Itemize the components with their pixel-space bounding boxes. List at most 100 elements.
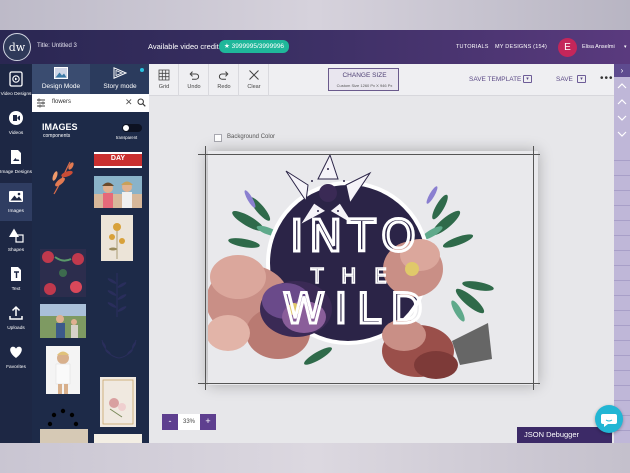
user-avatar[interactable]: E xyxy=(558,38,577,57)
grid-button[interactable]: Grid xyxy=(149,64,179,96)
canvas-stage: Background Color INTO THE WILD - 33% + J… xyxy=(149,96,614,443)
crop-line-bottom xyxy=(198,383,540,384)
video-credits-badge: ★ 3999995/3999996 xyxy=(219,40,290,53)
design-artboard[interactable]: INTO THE WILD xyxy=(206,151,538,385)
rail-item-text[interactable]: Text xyxy=(0,261,32,299)
rail-item-label: Uploads xyxy=(7,326,25,331)
app-window: dw Title: Untitled 3 Available video cre… xyxy=(0,30,630,443)
thumbnail-image[interactable] xyxy=(94,176,142,208)
clear-search-icon[interactable]: ✕ xyxy=(125,97,133,107)
crop-line-top xyxy=(198,154,540,155)
images-heading: IMAGES xyxy=(42,122,78,132)
shapes-icon xyxy=(9,228,24,243)
save-chevron-down-icon[interactable]: ▾ xyxy=(577,75,586,83)
chevron-down-icon[interactable] xyxy=(614,111,630,125)
chevron-up-icon[interactable] xyxy=(614,79,630,93)
leaf-branch-illustration xyxy=(52,161,74,195)
clear-button[interactable]: Clear xyxy=(239,64,269,96)
user-name[interactable]: Elisa Anselmi xyxy=(582,44,615,50)
rail-item-videos[interactable]: Videos xyxy=(0,105,32,143)
thumbnail-image[interactable] xyxy=(40,154,86,200)
redo-label: Redo xyxy=(217,84,231,90)
into-the-wild-artwork[interactable]: INTO THE WILD xyxy=(206,151,538,385)
bouquet-photo xyxy=(100,377,136,427)
undo-button[interactable]: Undo xyxy=(179,64,209,96)
save-template-chevron-down-icon[interactable]: ▾ xyxy=(523,75,532,83)
images-subheading: components xyxy=(43,133,71,139)
undo-label: Undo xyxy=(187,84,201,90)
thumbnail-image[interactable] xyxy=(40,249,86,297)
thumbnail-image[interactable] xyxy=(94,434,142,443)
rail-item-uploads[interactable]: Uploads xyxy=(0,300,32,338)
change-size-button[interactable]: CHANGE SIZE Custom Size 1260 Px X 946 Px xyxy=(328,68,399,91)
chat-button[interactable] xyxy=(595,405,623,433)
grid-icon xyxy=(158,69,170,81)
thumbnail-image[interactable] xyxy=(46,346,80,394)
rail-item-images[interactable]: Images xyxy=(0,183,32,221)
rail-item-favorites[interactable]: Favorites xyxy=(0,339,32,377)
day-banner-text: DAY xyxy=(110,155,126,162)
image-designs-icon xyxy=(11,150,21,164)
thumbnail-image[interactable] xyxy=(40,304,86,338)
rail-item-image-designs[interactable]: Image Designs xyxy=(0,144,32,182)
zoom-level: 33% xyxy=(178,414,200,430)
woman-photo xyxy=(46,346,80,394)
rail-item-label: Videos xyxy=(8,131,24,136)
top-bar: dw Title: Untitled 3 Available video cre… xyxy=(0,30,630,64)
custom-size-label: Custom Size 1260 Px X 946 Px xyxy=(336,83,393,88)
more-options-icon[interactable]: ••• xyxy=(600,73,614,84)
assets-panel: Design Mode Story mode flowers ✕ IMAGES … xyxy=(32,64,149,443)
save-button[interactable]: SAVE xyxy=(556,76,573,83)
filter-icon[interactable] xyxy=(36,98,46,108)
rail-item-video-designs[interactable]: Video Designs xyxy=(0,66,32,104)
crop-line-right xyxy=(533,146,534,390)
user-menu-chevron-icon[interactable]: ▾ xyxy=(624,44,627,50)
redo-icon xyxy=(218,71,229,80)
rail-item-shapes[interactable]: Shapes xyxy=(0,222,32,260)
chevron-up-icon[interactable] xyxy=(614,95,630,109)
thumbnail-image[interactable] xyxy=(40,429,88,443)
rail-item-label: Text xyxy=(11,287,21,292)
background-color-checkbox[interactable] xyxy=(214,134,222,142)
editor-toolbar: Grid Undo Redo Clear CHANGE SIZE Custom … xyxy=(149,64,630,96)
laurel-illustration xyxy=(101,339,137,359)
transparent-toggle[interactable] xyxy=(122,124,142,132)
undo-icon xyxy=(189,71,200,80)
redo-button[interactable]: Redo xyxy=(209,64,239,96)
grid-label: Grid xyxy=(158,84,170,90)
save-template-button[interactable]: SAVE TEMPLATE xyxy=(469,76,521,83)
thumbnail-image[interactable]: DAY xyxy=(94,152,142,168)
friends-photo xyxy=(94,176,142,208)
thumbnail-image[interactable] xyxy=(100,377,136,427)
zoom-out-button[interactable]: - xyxy=(162,414,178,430)
background-color-label: Background Color xyxy=(227,134,276,140)
design-title[interactable]: Title: Untitled 3 xyxy=(37,43,77,49)
screenshot-top-frame xyxy=(0,0,630,30)
left-nav-rail: Video Designs Videos Image Designs Image… xyxy=(0,64,32,443)
expand-panel-chevron-right-icon[interactable]: › xyxy=(614,64,630,77)
chevron-down-icon[interactable] xyxy=(614,127,630,141)
tab-label: Design Mode xyxy=(41,83,81,90)
search-input[interactable]: flowers xyxy=(52,99,71,105)
floral-wreath-illustration xyxy=(40,249,86,297)
zoom-in-button[interactable]: + xyxy=(200,414,216,430)
tutorials-link[interactable]: TUTORIALS xyxy=(456,44,489,50)
tab-design-mode[interactable]: Design Mode xyxy=(32,64,90,94)
thumbnail-image[interactable] xyxy=(102,269,132,319)
uploads-icon xyxy=(9,305,23,320)
crop-line-left xyxy=(205,146,206,390)
thumbnail-image[interactable] xyxy=(101,215,133,261)
images-icon xyxy=(9,191,23,202)
heart-icon xyxy=(10,346,22,358)
video-credits-label: Available video credits xyxy=(148,42,223,51)
rail-item-label: Images xyxy=(8,209,24,214)
search-icon[interactable] xyxy=(137,98,146,107)
tab-label: Story mode xyxy=(103,83,137,90)
change-size-label: CHANGE SIZE xyxy=(342,72,387,79)
thumbnail-image[interactable] xyxy=(96,334,142,362)
search-bar[interactable]: flowers ✕ xyxy=(32,94,149,112)
botanical-flower-illustration xyxy=(101,215,133,261)
app-logo[interactable]: dw xyxy=(3,33,31,61)
sprig-illustration xyxy=(107,273,127,317)
my-designs-link[interactable]: MY DESIGNS (154) xyxy=(495,44,547,50)
